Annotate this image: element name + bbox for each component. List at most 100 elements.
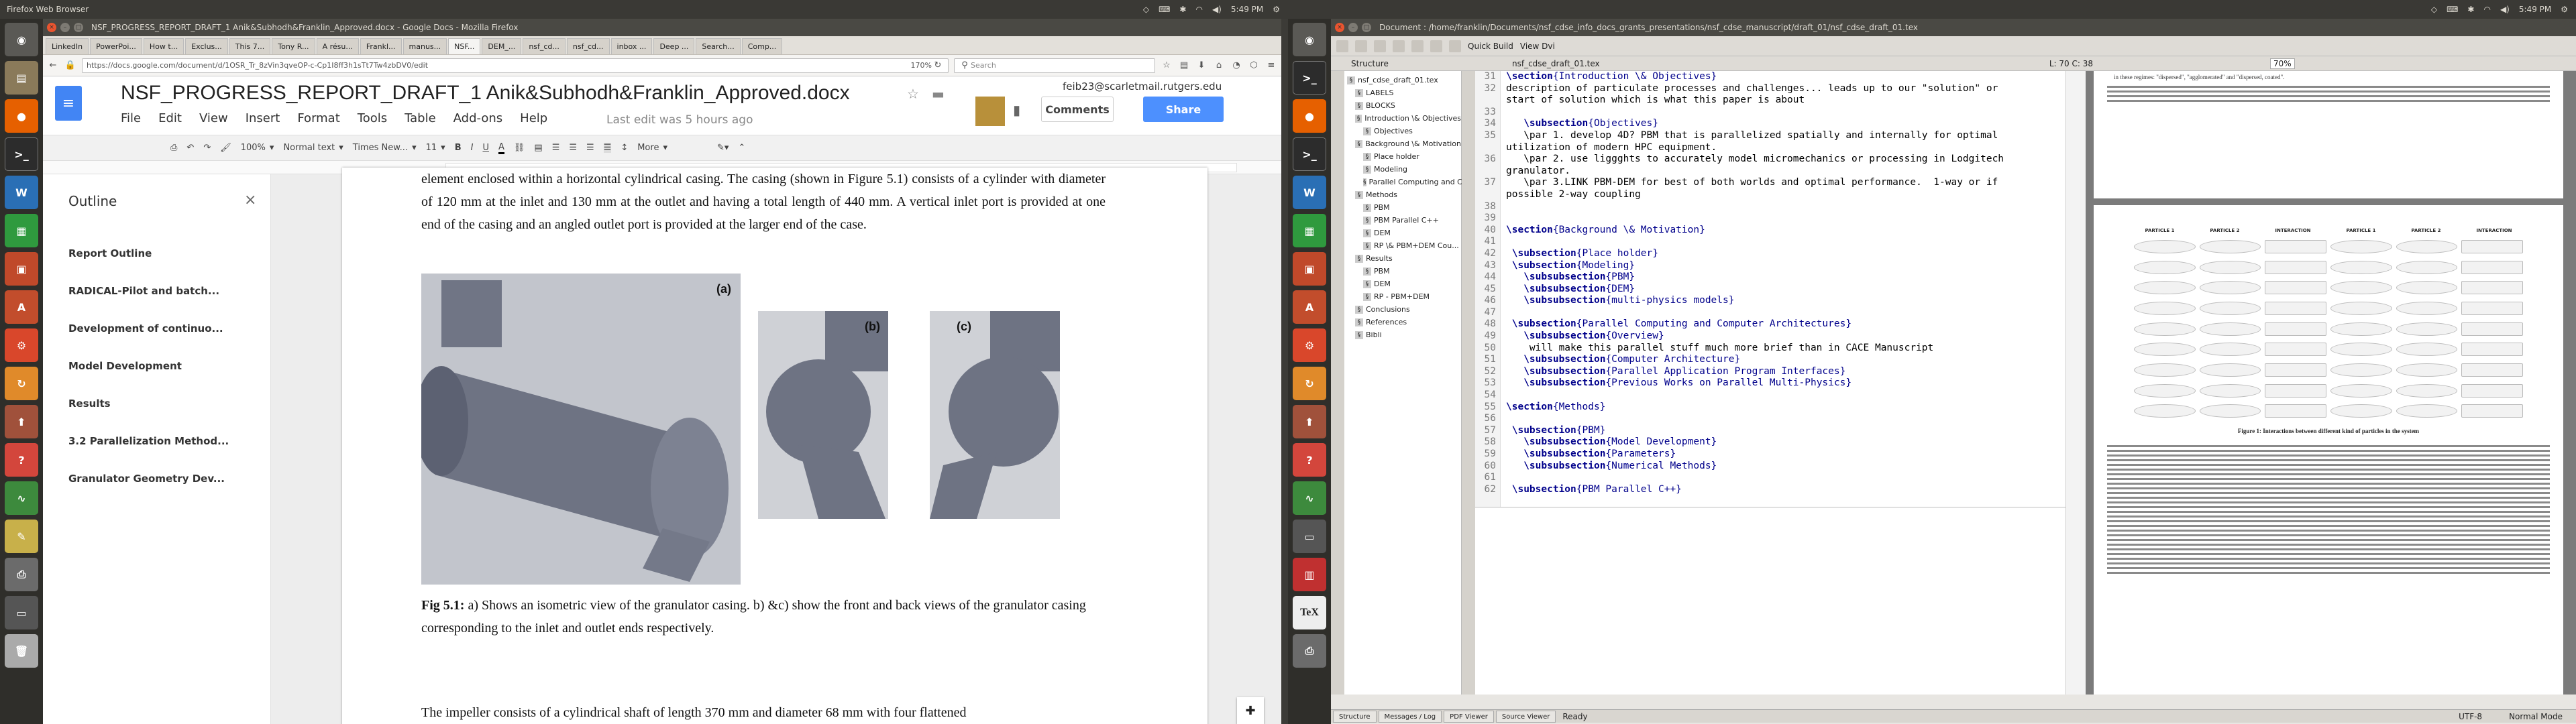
menu-table[interactable]: Table — [405, 111, 436, 125]
volume-icon[interactable]: ◀) — [1212, 5, 1222, 14]
page-zoom[interactable]: 170% — [911, 61, 932, 70]
redo-icon-kile[interactable] — [1449, 40, 1461, 52]
code-line[interactable]: \subsection{Objectives} — [1501, 118, 2065, 130]
browser-tab[interactable]: nsf_cd... — [523, 38, 566, 54]
save-file-icon[interactable] — [1374, 40, 1386, 52]
bold-icon[interactable]: B — [455, 143, 462, 153]
close-outline-icon[interactable]: × — [244, 192, 256, 208]
code-line[interactable]: \subsubsection{Previous Works on Paralle… — [1501, 377, 2065, 389]
kile-minimize-icon[interactable]: – — [1348, 23, 1358, 32]
terminal2-icon-right[interactable]: >_ — [1293, 137, 1326, 171]
outline-item[interactable]: Granulator Geometry Dev... — [43, 460, 270, 497]
structure-item[interactable]: § LABELS — [1347, 86, 1461, 99]
kile-maximize-icon[interactable]: □ — [1362, 23, 1371, 32]
editor-empty-area[interactable] — [1475, 507, 2065, 695]
code-line[interactable] — [1501, 213, 2065, 225]
avatar[interactable] — [975, 97, 1005, 126]
code-line[interactable]: \section{Methods} — [1501, 402, 2065, 414]
line-spacing-icon[interactable]: ↕ — [621, 143, 628, 153]
code-line[interactable]: \subsection{Modeling} — [1501, 260, 2065, 272]
updater-icon[interactable]: ↻ — [5, 367, 38, 400]
clock[interactable]: 5:49 PM — [1231, 5, 1263, 14]
browser-tab[interactable]: This 7... — [229, 38, 271, 54]
minimize-window-icon[interactable]: – — [60, 23, 70, 32]
code-line[interactable]: \subsubsection{Model Development} — [1501, 436, 2065, 448]
code-line[interactable]: \section{Introduction \& Objectives} — [1501, 71, 2065, 83]
reading-list-icon[interactable]: ▤ — [1178, 60, 1190, 70]
editing-mode-icon[interactable]: ✎▾ — [717, 143, 729, 153]
search-bar[interactable]: ⚲ Search — [954, 58, 1155, 73]
code-text[interactable]: \section{Introduction \& Objectives} desc… — [1501, 71, 2065, 507]
settings-icon-right[interactable]: ⚙ — [1293, 328, 1326, 362]
structure-item[interactable]: § Background \& Motivation — [1347, 137, 1461, 150]
align-right-icon[interactable]: ☰ — [586, 143, 594, 153]
code-line[interactable]: \subsubsection{PBM} — [1501, 272, 2065, 284]
browser-tab[interactable]: Frankl... — [360, 38, 402, 54]
zoom-select[interactable]: 100% ▾ — [241, 143, 274, 153]
close-window-icon[interactable]: × — [47, 23, 56, 32]
structure-item[interactable]: § RP - PBM+DEM — [1347, 290, 1461, 303]
clock-right[interactable]: 5:49 PM — [2519, 5, 2551, 14]
code-line[interactable]: \subsection{Parallel Computing and Compu… — [1501, 318, 2065, 330]
structure-item[interactable]: § PBM Parallel C++ — [1347, 214, 1461, 227]
comment-icon[interactable]: ▤ — [534, 143, 542, 153]
menu-tools[interactable]: Tools — [358, 111, 387, 125]
structure-item[interactable]: § Bibli — [1347, 328, 1461, 341]
align-left-icon[interactable]: ☰ — [552, 143, 560, 153]
code-line[interactable]: \subsection{PBM Parallel C++} — [1501, 484, 2065, 496]
help-icon[interactable]: ? — [5, 443, 38, 477]
code-line[interactable]: possible 2-way coupling — [1501, 189, 2065, 201]
docs-logo-icon[interactable]: ≡ — [55, 86, 82, 121]
trash-icon[interactable]: 🗑 — [5, 634, 38, 668]
browser-tab[interactable]: LinkedIn — [46, 38, 89, 54]
help-icon-right[interactable]: ? — [1293, 443, 1326, 477]
code-line[interactable] — [1501, 236, 2065, 248]
star-doc-icon[interactable]: ☆ — [907, 86, 919, 102]
files-icon[interactable]: ▤ — [5, 61, 38, 95]
pdf-zoom[interactable]: 70% — [2270, 58, 2295, 69]
structure-item[interactable]: § Objectives — [1347, 125, 1461, 137]
browser-tab[interactable]: Comp... — [741, 38, 783, 54]
share-button[interactable]: Share — [1143, 97, 1224, 122]
menu-view[interactable]: View — [199, 111, 228, 125]
colors-icon-right[interactable]: ▥ — [1293, 558, 1326, 591]
quick-build-button[interactable]: Quick Build — [1468, 42, 1513, 51]
browser-tab[interactable]: manus... — [402, 38, 447, 54]
code-line[interactable]: \subsubsection{Overview} — [1501, 330, 2065, 343]
pocket-icon[interactable]: ◔ — [1230, 60, 1242, 70]
code-line[interactable] — [1501, 389, 2065, 402]
browser-tab[interactable]: Exclus... — [185, 38, 228, 54]
structure-item[interactable]: § Modeling — [1347, 163, 1461, 176]
code-line[interactable]: \section{Background \& Motivation} — [1501, 225, 2065, 237]
code-line[interactable] — [1501, 307, 2065, 319]
code-line[interactable] — [1501, 107, 2065, 119]
browser-tab[interactable]: DEM_... — [482, 38, 522, 54]
outline-item[interactable]: Results — [43, 385, 270, 422]
calc-icon[interactable]: ▦ — [5, 214, 38, 247]
code-editor[interactable]: 31 32 33 34 35 36 37 38 39 40 41 42 43 44 45 46 47 48 49 50… — [1475, 71, 2065, 507]
volume-icon-right[interactable]: ◀) — [2500, 5, 2510, 14]
structure-item[interactable]: § Parallel Computing and Cluster... — [1347, 176, 1490, 188]
maximize-window-icon[interactable]: □ — [74, 23, 83, 32]
browser-tab[interactable]: How t... — [143, 38, 184, 54]
menu-help[interactable]: Help — [520, 111, 547, 125]
outline-item[interactable]: Model Development — [43, 347, 270, 385]
code-line[interactable]: start of solution which is what this pap… — [1501, 95, 2065, 107]
settings-gear-icon[interactable]: ⚙ — [1273, 5, 1280, 14]
home-icon[interactable]: ⌂ — [1213, 60, 1225, 70]
printer-icon[interactable]: ⎙ — [5, 558, 38, 591]
terminal-icon-right[interactable]: >_ — [1293, 61, 1326, 95]
code-line[interactable]: granulator. — [1501, 166, 2065, 178]
save-all-icon[interactable] — [1393, 40, 1405, 52]
text-color-icon[interactable]: A — [498, 142, 504, 154]
chat-icon[interactable]: ▮ — [1013, 102, 1020, 118]
font-size-select[interactable]: 11 ▾ — [426, 143, 445, 153]
ubuntu-dash-icon-right[interactable]: ◉ — [1293, 23, 1326, 56]
menu-edit[interactable]: Edit — [158, 111, 182, 125]
download-icon[interactable]: ⬇ — [1195, 60, 1208, 70]
structure-item[interactable]: § DEM — [1347, 227, 1461, 239]
writer-icon-right[interactable]: W — [1293, 176, 1326, 209]
code-line[interactable]: \subsubsection{multi-physics models} — [1501, 295, 2065, 307]
firefox-icon-right[interactable]: ● — [1293, 99, 1326, 133]
structure-item[interactable]: § Place holder — [1347, 150, 1461, 163]
